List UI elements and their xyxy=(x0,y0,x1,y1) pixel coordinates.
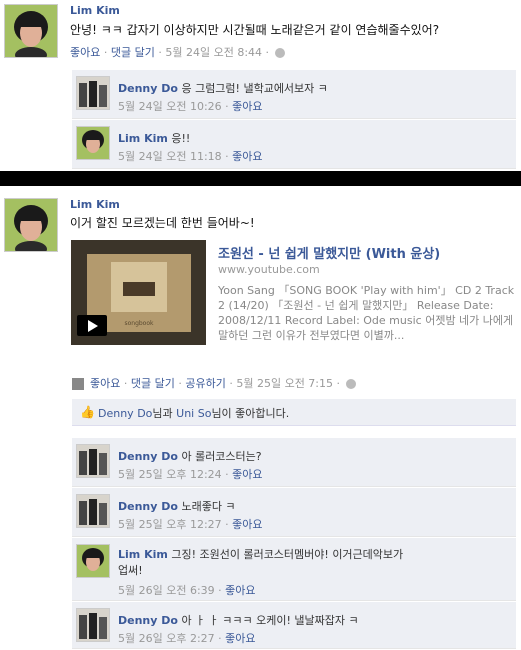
comment-like-link[interactable]: 좋아요 xyxy=(225,584,255,597)
avatar[interactable] xyxy=(4,198,58,252)
likes-text: 님이 좋아합니다. xyxy=(211,407,290,420)
comment-author[interactable]: Lim Kim xyxy=(118,132,168,145)
likes-text: 님과 xyxy=(152,407,177,420)
avatar[interactable] xyxy=(76,608,110,642)
comment: Denny Do 응 그럼그럼! 낼학교에서보자 ㅋ 5월 24일 오전 10:… xyxy=(72,70,516,119)
comment-time[interactable]: 5월 24일 오전 11:18 xyxy=(118,150,222,163)
comment-text: 노래좋다 ㅋ xyxy=(181,500,236,513)
globe-icon xyxy=(274,48,285,58)
like-link[interactable]: 좋아요 xyxy=(90,377,120,390)
post-timestamp[interactable]: 5월 25일 오전 7:15 xyxy=(236,377,333,390)
comment-text-cont: 업써! xyxy=(118,564,143,577)
svg-text:songbook: songbook xyxy=(124,320,154,327)
post-actions: 좋아요 · 댓글 달기 · 공유하기 · 5월 25일 오전 7:15 · xyxy=(72,375,356,391)
divider xyxy=(0,171,521,186)
video-description: Yoon Sang 「SONG BOOK 'Play with him'」 CD… xyxy=(218,284,515,342)
globe-icon xyxy=(345,379,356,389)
comment-time[interactable]: 5월 26일 오후 2:27 xyxy=(118,632,215,645)
post-author[interactable]: Lim Kim xyxy=(70,198,120,211)
comment: Denny Do 아 롤러코스터는? 5월 25일 오후 12:24 · 좋아요 xyxy=(72,438,516,487)
avatar[interactable] xyxy=(76,544,110,578)
share-link[interactable]: 공유하기 xyxy=(185,377,225,390)
comment-like-link[interactable]: 좋아요 xyxy=(232,150,262,163)
comment-time[interactable]: 5월 25일 오후 12:27 xyxy=(118,518,222,531)
comment-time[interactable]: 5월 26일 오전 6:39 xyxy=(118,584,215,597)
comment-like-link[interactable]: 좋아요 xyxy=(232,100,262,113)
comment-text: 그징! 조원선이 롤러코스터멤버야! 이거근데악보가 xyxy=(171,548,404,561)
video-thumbnail[interactable]: songbook xyxy=(71,240,206,345)
thumbs-up-icon: 👍 xyxy=(80,405,95,419)
film-icon xyxy=(72,378,84,390)
comment-text: 응 그럼그럼! 낼학교에서보자 ㅋ xyxy=(181,82,328,95)
comment-author[interactable]: Denny Do xyxy=(118,500,178,513)
video-title[interactable]: 조원선 - 넌 쉽게 말했지만 (With 윤상) xyxy=(218,243,440,262)
post-message: 안녕! ㅋㅋ 갑자기 이상하지만 시간될때 노래같은거 같이 연습해줄수있어? xyxy=(70,23,440,37)
comment-text: 응!! xyxy=(171,132,191,145)
comment-text: 아 ㅏ ㅏ ㅋㅋㅋ 오케이! 낼날짜잡자 ㅋ xyxy=(181,614,359,627)
post-author[interactable]: Lim Kim xyxy=(70,4,120,17)
avatar[interactable] xyxy=(76,444,110,478)
avatar[interactable] xyxy=(76,76,110,110)
video-url: www.youtube.com xyxy=(218,263,320,276)
post-message: 이거 할진 모르겠는데 한번 들어바~! xyxy=(70,216,255,230)
comment-time[interactable]: 5월 25일 오후 12:24 xyxy=(118,468,222,481)
comment-author[interactable]: Denny Do xyxy=(118,82,178,95)
comment-like-link[interactable]: 좋아요 xyxy=(232,468,262,481)
comment-link[interactable]: 댓글 달기 xyxy=(111,46,155,59)
comment: Denny Do 아 ㅏ ㅏ ㅋㅋㅋ 오케이! 낼날짜잡자 ㅋ 5월 26일 오… xyxy=(72,602,516,649)
likes-summary: 👍 Denny Do님과 Uni So님이 좋아합니다. xyxy=(72,399,516,426)
comment-like-link[interactable]: 좋아요 xyxy=(225,632,255,645)
comment-author[interactable]: Denny Do xyxy=(118,450,178,463)
like-link[interactable]: 좋아요 xyxy=(70,46,100,59)
comment-link[interactable]: 댓글 달기 xyxy=(131,377,175,390)
comment-time[interactable]: 5월 24일 오전 10:26 xyxy=(118,100,222,113)
like-user[interactable]: Denny Do xyxy=(98,407,152,420)
comment: Denny Do 노래좋다 ㅋ 5월 25일 오후 12:27 · 좋아요 xyxy=(72,488,516,537)
post-timestamp[interactable]: 5월 24일 오전 8:44 xyxy=(165,46,262,59)
comment: Lim Kim 그징! 조원선이 롤러코스터멤버야! 이거근데악보가 업써! 5… xyxy=(72,538,516,601)
like-user[interactable]: Uni So xyxy=(176,407,211,420)
comment-author[interactable]: Lim Kim xyxy=(118,548,168,561)
comment-text: 아 롤러코스터는? xyxy=(181,450,262,463)
comment-like-link[interactable]: 좋아요 xyxy=(232,518,262,531)
avatar[interactable] xyxy=(76,494,110,528)
comment: Lim Kim 응!! 5월 24일 오전 11:18 · 좋아요 xyxy=(72,120,516,169)
comment-author[interactable]: Denny Do xyxy=(118,614,178,627)
avatar[interactable] xyxy=(4,4,58,58)
avatar[interactable] xyxy=(76,126,110,160)
play-icon[interactable] xyxy=(77,315,107,336)
post-actions: 좋아요 · 댓글 달기 · 5월 24일 오전 8:44 · xyxy=(70,44,285,60)
